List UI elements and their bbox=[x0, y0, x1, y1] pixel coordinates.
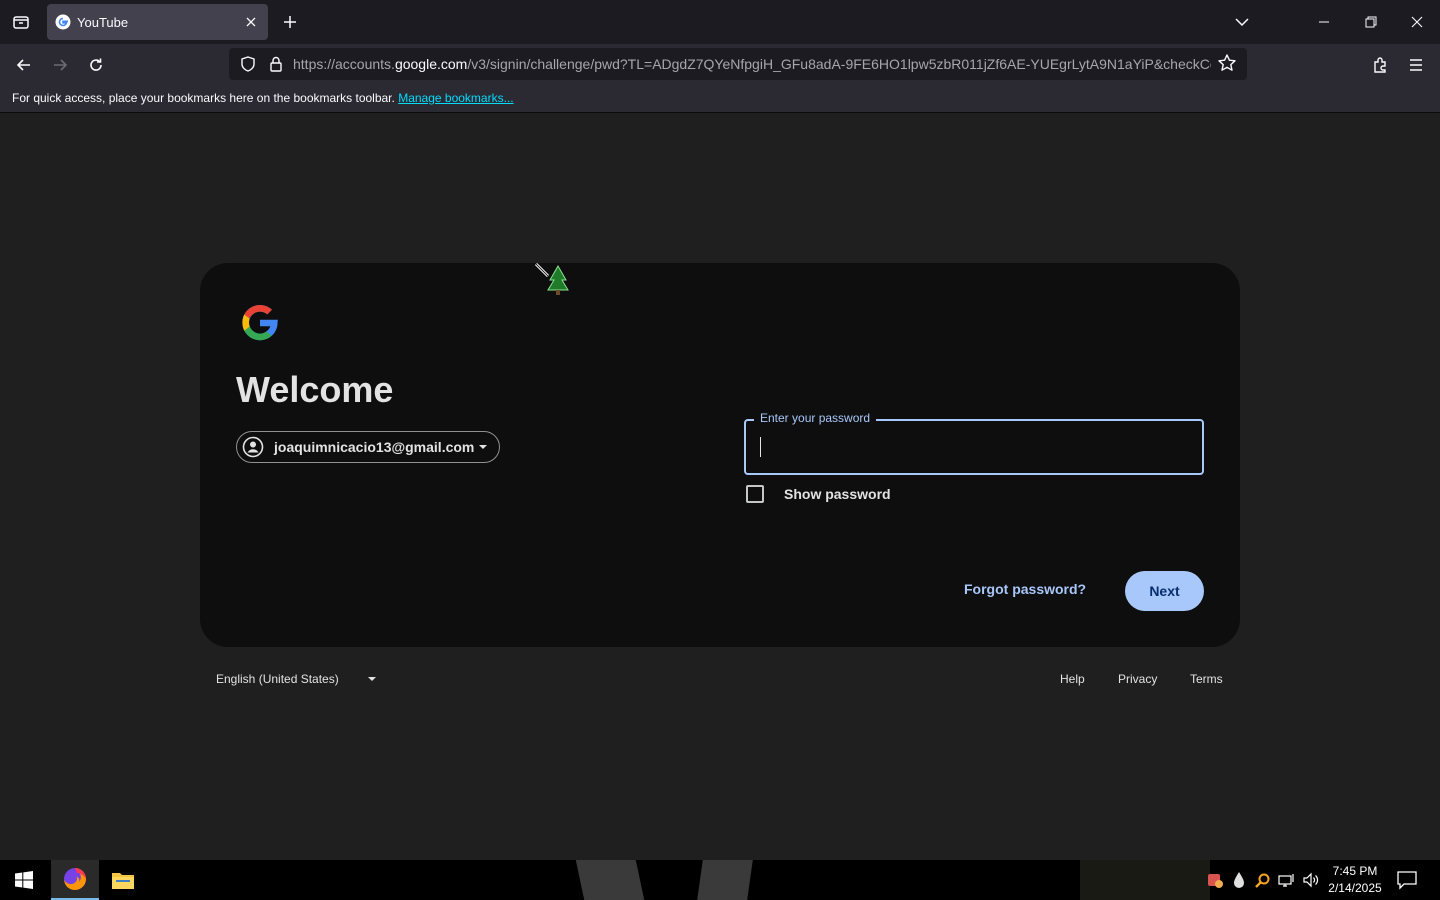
forgot-password-link[interactable]: Forgot password? bbox=[964, 581, 1086, 597]
minimize-button[interactable] bbox=[1308, 6, 1340, 38]
dropdown-arrow-icon bbox=[367, 677, 376, 681]
arrow-right-icon bbox=[54, 59, 68, 71]
password-input[interactable] bbox=[758, 431, 1188, 463]
google-logo-icon bbox=[242, 305, 278, 341]
clock-date: 2/14/2025 bbox=[1328, 881, 1382, 895]
help-link[interactable]: Help bbox=[1060, 672, 1085, 686]
new-tab-button[interactable] bbox=[278, 10, 302, 34]
dropdown-arrow-icon bbox=[479, 445, 487, 449]
show-password-label: Show password bbox=[784, 486, 891, 502]
terms-link[interactable]: Terms bbox=[1190, 672, 1223, 686]
arrow-left-icon bbox=[16, 59, 30, 71]
plus-icon bbox=[284, 16, 296, 28]
tab-close-button[interactable] bbox=[242, 13, 260, 31]
url-text[interactable]: https://accounts.google.com/v3/signin/ch… bbox=[293, 56, 1211, 72]
forward-button[interactable] bbox=[45, 50, 75, 80]
reload-button[interactable] bbox=[81, 50, 111, 80]
search-icon[interactable] bbox=[1254, 871, 1272, 889]
notification-center-icon[interactable] bbox=[1396, 870, 1418, 890]
account-email: joaquimnicacio13@gmail.com bbox=[274, 439, 475, 455]
language-selector[interactable]: English (United States) bbox=[216, 672, 379, 686]
show-password-checkbox[interactable] bbox=[746, 485, 764, 503]
taskbar-clock[interactable]: 7:45 PM 2/14/2025 bbox=[1322, 863, 1388, 897]
wallpaper-shape bbox=[575, 860, 645, 900]
next-button[interactable]: Next bbox=[1125, 571, 1204, 611]
language-label: English (United States) bbox=[216, 672, 339, 686]
close-icon bbox=[1411, 16, 1423, 28]
firefox-icon bbox=[64, 868, 86, 890]
start-button[interactable] bbox=[0, 860, 48, 900]
folder-icon bbox=[112, 873, 134, 889]
puzzle-icon bbox=[1374, 57, 1386, 73]
tab-youtube[interactable]: YouTube bbox=[47, 4, 268, 40]
google-favicon-icon bbox=[55, 14, 71, 30]
tray-app-icon[interactable] bbox=[1206, 871, 1224, 889]
wallpaper-shape bbox=[1080, 860, 1210, 900]
bookmarks-toolbar: For quick access, place your bookmarks h… bbox=[0, 84, 1440, 113]
restore-icon bbox=[1365, 16, 1377, 28]
manage-bookmarks-link[interactable]: Manage bookmarks... bbox=[398, 91, 513, 105]
password-label: Enter your password bbox=[754, 411, 877, 425]
bookmark-star-button[interactable] bbox=[1217, 53, 1239, 75]
tab-bar: YouTube bbox=[0, 0, 1440, 44]
lock-icon[interactable] bbox=[265, 53, 287, 75]
firefox-view-icon bbox=[13, 16, 29, 29]
account-circle-icon bbox=[242, 436, 264, 458]
bookmarks-hint-text: For quick access, place your bookmarks h… bbox=[12, 91, 395, 105]
address-bar[interactable]: https://accounts.google.com/v3/signin/ch… bbox=[229, 48, 1247, 80]
volume-icon[interactable] bbox=[1302, 871, 1320, 889]
close-icon bbox=[246, 17, 256, 27]
extensions-button[interactable] bbox=[1366, 50, 1396, 80]
list-all-tabs-button[interactable] bbox=[1226, 6, 1258, 38]
windows-logo-icon bbox=[15, 871, 33, 889]
account-chooser[interactable]: joaquimnicacio13@gmail.com bbox=[236, 431, 500, 463]
chevron-down-icon bbox=[1235, 18, 1249, 27]
app-menu-button[interactable] bbox=[1401, 50, 1431, 80]
taskbar-firefox[interactable] bbox=[51, 860, 99, 900]
close-window-button[interactable] bbox=[1401, 6, 1433, 38]
tracking-protection-icon[interactable] bbox=[237, 53, 259, 75]
wallpaper-shape bbox=[697, 860, 753, 900]
tab-title: YouTube bbox=[77, 14, 129, 30]
page-content: Welcome joaquimnicacio13@gmail.com Enter… bbox=[0, 113, 1440, 860]
back-button[interactable] bbox=[9, 50, 39, 80]
clock-time: 7:45 PM bbox=[1332, 864, 1378, 878]
network-icon[interactable] bbox=[1278, 871, 1296, 889]
reload-icon bbox=[90, 58, 102, 71]
hamburger-menu-icon bbox=[1410, 59, 1422, 71]
taskbar-file-explorer[interactable] bbox=[99, 860, 147, 900]
signin-card: Welcome joaquimnicacio13@gmail.com Enter… bbox=[200, 263, 1240, 647]
page-title: Welcome bbox=[236, 369, 394, 410]
show-password-toggle[interactable]: Show password bbox=[746, 485, 891, 503]
navigation-toolbar: https://accounts.google.com/v3/signin/ch… bbox=[0, 44, 1440, 84]
firefox-view-button[interactable] bbox=[0, 0, 42, 44]
privacy-link[interactable]: Privacy bbox=[1118, 672, 1157, 686]
mouse-cursor-icon bbox=[534, 262, 569, 295]
minimize-icon bbox=[1319, 21, 1329, 23]
text-cursor bbox=[760, 437, 761, 457]
water-drop-icon[interactable] bbox=[1230, 871, 1248, 889]
star-icon bbox=[1218, 54, 1236, 71]
password-field[interactable]: Enter your password bbox=[744, 411, 1204, 475]
restore-button[interactable] bbox=[1355, 6, 1387, 38]
taskbar: 7:45 PM 2/14/2025 bbox=[0, 860, 1440, 900]
